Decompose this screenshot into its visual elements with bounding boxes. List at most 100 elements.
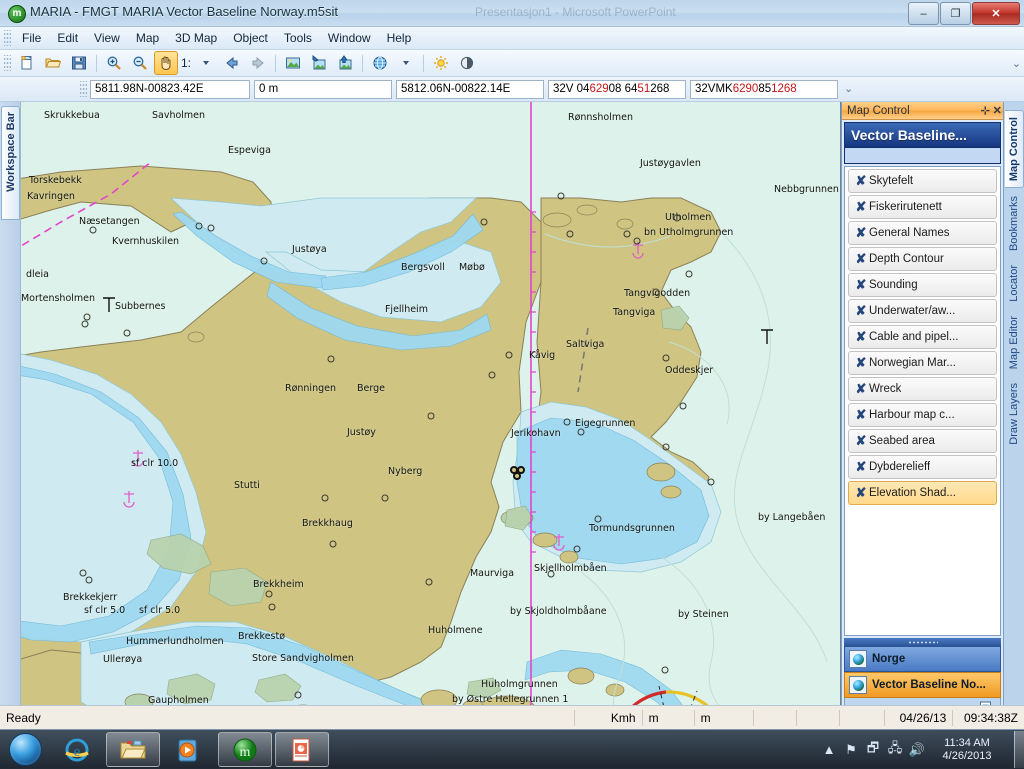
layer-hidden-x-icon[interactable]: ✘	[853, 199, 869, 215]
layer-hidden-x-icon[interactable]: ✘	[853, 329, 869, 345]
layer-row-general-names[interactable]: ✘ General Names	[848, 221, 998, 245]
back-arrow-icon[interactable]	[220, 51, 244, 75]
map-import-icon[interactable]	[307, 51, 331, 75]
menu-3d-map[interactable]: 3D Map	[167, 29, 225, 47]
layer-row-sounding[interactable]: ✘ Sounding	[848, 273, 998, 297]
powerpoint-icon[interactable]	[275, 732, 329, 767]
menu-window[interactable]: Window	[320, 29, 379, 47]
minimize-button[interactable]: –	[908, 2, 939, 25]
layer-row-elevation-shad[interactable]: ✘ Elevation Shad...	[848, 481, 998, 505]
layer-hidden-x-icon[interactable]: ✘	[853, 277, 869, 293]
flag-action-center-icon[interactable]: ⚑	[840, 742, 862, 758]
layer-row-norwegian-mar[interactable]: ✘ Norwegian Mar...	[848, 351, 998, 375]
menu-help[interactable]: Help	[379, 29, 420, 47]
menu-file[interactable]: File	[14, 29, 49, 47]
toolbar-overflow-button[interactable]: ⌄	[1012, 57, 1021, 70]
contrast-icon[interactable]	[455, 51, 479, 75]
map-image-icon[interactable]	[281, 51, 305, 75]
map-source-list[interactable]: Norge Vector Baseline No...	[842, 646, 1003, 698]
layer-hidden-x-icon[interactable]: ✘	[853, 433, 869, 449]
map-export-icon[interactable]	[333, 51, 357, 75]
side-tab-bookmarks[interactable]: Bookmarks	[1005, 190, 1023, 257]
start-orb-icon[interactable]	[2, 733, 48, 767]
menu-object[interactable]: Object	[225, 29, 276, 47]
devices-icon[interactable]: 🗗	[862, 739, 884, 761]
panel-splitter[interactable]	[844, 638, 1002, 646]
menu-view[interactable]: View	[86, 29, 128, 47]
menu-map[interactable]: Map	[128, 29, 167, 47]
side-tab-map-editor[interactable]: Map Editor	[1005, 310, 1023, 375]
layer-row-wreck[interactable]: ✘ Wreck	[848, 377, 998, 401]
layer-hidden-x-icon[interactable]: ✘	[853, 355, 869, 371]
center-latlon-field[interactable]: 5812.06N-00822.14E	[396, 79, 544, 99]
mgrs-field[interactable]: 32VMK6290851268	[690, 79, 838, 99]
map-canvas[interactable]: Skrukkebua Savholmen Espeviga Rønnsholmen Ju…	[20, 102, 841, 724]
media-player-icon[interactable]	[163, 733, 215, 766]
menu-edit[interactable]: Edit	[49, 29, 86, 47]
brightness-icon[interactable]	[429, 51, 453, 75]
save-icon[interactable]	[67, 51, 91, 75]
layer-hidden-x-icon[interactable]: ✘	[853, 173, 869, 189]
layer-list[interactable]: ✘ Skytefelt ✘ Fiskerirutenett ✘ General Names…	[844, 166, 1002, 636]
pin-icon[interactable]: ⊹	[979, 104, 991, 117]
layer-row-skytefelt[interactable]: ✘ Skytefelt	[848, 169, 998, 193]
map-source-row-vector-baseline-no[interactable]: Vector Baseline No...	[844, 672, 1002, 698]
show-desktop-button[interactable]	[1014, 731, 1024, 768]
layer-row-underwater-aw[interactable]: ✘ Underwater/aw...	[848, 299, 998, 323]
maria-app-icon[interactable]: m	[218, 732, 272, 767]
map-place-label: Tangviga	[612, 307, 656, 318]
globe-icon[interactable]	[368, 51, 392, 75]
close-button[interactable]: ✕	[972, 2, 1020, 25]
dock-side-tabs[interactable]: Map Control Bookmarks Locator Map Editor Dra…	[1004, 102, 1024, 724]
coordbar-overflow-button[interactable]: ⌄	[844, 84, 853, 95]
layer-label: Depth Contour	[869, 253, 944, 265]
layer-hidden-x-icon[interactable]: ✘	[853, 485, 869, 501]
layer-row-fiskerirutenett[interactable]: ✘ Fiskerirutenett	[848, 195, 998, 219]
globe-dropdown-icon[interactable]	[394, 51, 418, 75]
utm-field[interactable]: 32V 0462908 6451268	[548, 79, 686, 99]
layer-hidden-x-icon[interactable]: ✘	[853, 407, 869, 423]
pan-hand-icon[interactable]	[154, 51, 178, 75]
selected-layer-group[interactable]: Vector Baseline...	[844, 122, 1002, 148]
toolbar-drag-grip[interactable]	[4, 55, 11, 71]
layer-hidden-x-icon[interactable]: ✘	[853, 381, 869, 397]
workspace-bar[interactable]: Workspace Bar	[0, 102, 21, 724]
internet-explorer-icon[interactable]: e	[51, 733, 103, 766]
taskbar-clock[interactable]: 11:34 AM 4/26/2013	[928, 737, 1010, 763]
map-place-label: Savholmen	[151, 110, 206, 121]
layer-row-depth-contour[interactable]: ✘ Depth Contour	[848, 247, 998, 271]
maximize-button[interactable]: ❐	[940, 2, 971, 25]
map-place-label: Brekkestø	[237, 631, 286, 642]
layer-row-seabed-area[interactable]: ✘ Seabed area	[848, 429, 998, 453]
show-hidden-icons-icon[interactable]: ▲	[818, 742, 840, 757]
layer-row-cable-and-pipel[interactable]: ✘ Cable and pipel...	[848, 325, 998, 349]
cursor-latlon-field[interactable]: 5811.98N-00823.42E	[90, 79, 250, 99]
side-tab-map-control[interactable]: Map Control	[1004, 110, 1024, 189]
zoom-out-icon[interactable]	[128, 51, 152, 75]
map-source-label: Norge	[872, 653, 906, 665]
zoom-in-icon[interactable]	[102, 51, 126, 75]
file-explorer-icon[interactable]	[106, 732, 160, 767]
layer-hidden-x-icon[interactable]: ✘	[853, 225, 869, 241]
menu-tools[interactable]: Tools	[276, 29, 320, 47]
side-tab-draw-layers[interactable]: Draw Layers	[1005, 377, 1023, 451]
map-source-row-norge[interactable]: Norge	[844, 646, 1002, 672]
scale-dropdown-icon[interactable]	[194, 51, 218, 75]
workspace-bar-tab[interactable]: Workspace Bar	[1, 106, 20, 220]
new-document-icon[interactable]	[15, 51, 39, 75]
elevation-field[interactable]: 0 m	[254, 79, 392, 99]
menu-drag-grip[interactable]	[4, 30, 11, 46]
layer-hidden-x-icon[interactable]: ✘	[853, 251, 869, 267]
network-icon[interactable]: 🖧	[884, 739, 906, 761]
layer-hidden-x-icon[interactable]: ✘	[853, 459, 869, 475]
close-icon[interactable]: ✕	[991, 104, 1003, 117]
forward-arrow-icon[interactable]	[246, 51, 270, 75]
side-tab-locator[interactable]: Locator	[1005, 259, 1023, 308]
layer-row-dybderelieff[interactable]: ✘ Dybderelieff	[848, 455, 998, 479]
layer-hidden-x-icon[interactable]: ✘	[853, 303, 869, 319]
coordbar-drag-grip[interactable]	[80, 81, 87, 97]
open-folder-icon[interactable]	[41, 51, 65, 75]
layer-row-harbour-map-c[interactable]: ✘ Harbour map c...	[848, 403, 998, 427]
layer-label: General Names	[869, 227, 950, 239]
volume-icon[interactable]: 🔊	[906, 742, 928, 758]
